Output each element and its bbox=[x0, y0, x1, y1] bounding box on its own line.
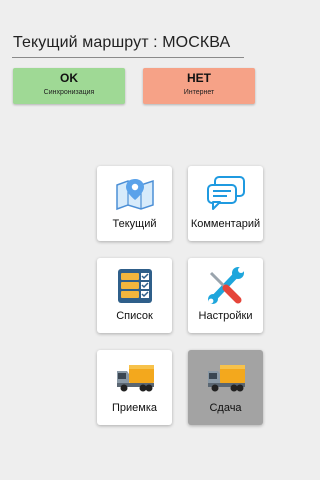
tile-comment-label: Комментарий bbox=[190, 218, 261, 230]
sync-status-title: OK bbox=[60, 71, 78, 85]
tile-comment-button[interactable]: Комментарий bbox=[188, 166, 263, 241]
tile-settings-button[interactable]: Настройки bbox=[188, 258, 263, 333]
checklist-icon bbox=[118, 269, 152, 303]
tile-current-button[interactable]: Текущий bbox=[97, 166, 172, 241]
sync-status-subtitle: Синхронизация bbox=[43, 89, 95, 96]
chat-bubbles-icon bbox=[207, 176, 245, 210]
map-pin-icon bbox=[116, 179, 154, 211]
tile-deliver-button[interactable]: Сдача bbox=[188, 350, 263, 425]
wrench-screwdriver-icon bbox=[208, 267, 244, 304]
internet-status-button[interactable]: НЕТ Интернет bbox=[143, 68, 255, 104]
internet-status-title: НЕТ bbox=[187, 71, 211, 85]
sync-status-button[interactable]: OK Синхронизация bbox=[13, 68, 125, 104]
route-title: Текущий маршрут : МОСКВА bbox=[13, 34, 231, 51]
truck-icon bbox=[117, 365, 154, 392]
tile-receive-label: Приемка bbox=[111, 402, 158, 414]
tile-receive-button[interactable]: Приемка bbox=[97, 350, 172, 425]
internet-status-subtitle: Интернет bbox=[183, 89, 215, 96]
route-divider bbox=[12, 57, 244, 58]
tile-deliver-label: Сдача bbox=[209, 402, 242, 414]
tile-list-button[interactable]: Список bbox=[97, 258, 172, 333]
tile-current-label: Текущий bbox=[112, 218, 157, 230]
tile-list-label: Список bbox=[116, 310, 153, 322]
tile-settings-label: Настройки bbox=[198, 310, 253, 322]
truck-icon bbox=[208, 365, 245, 392]
